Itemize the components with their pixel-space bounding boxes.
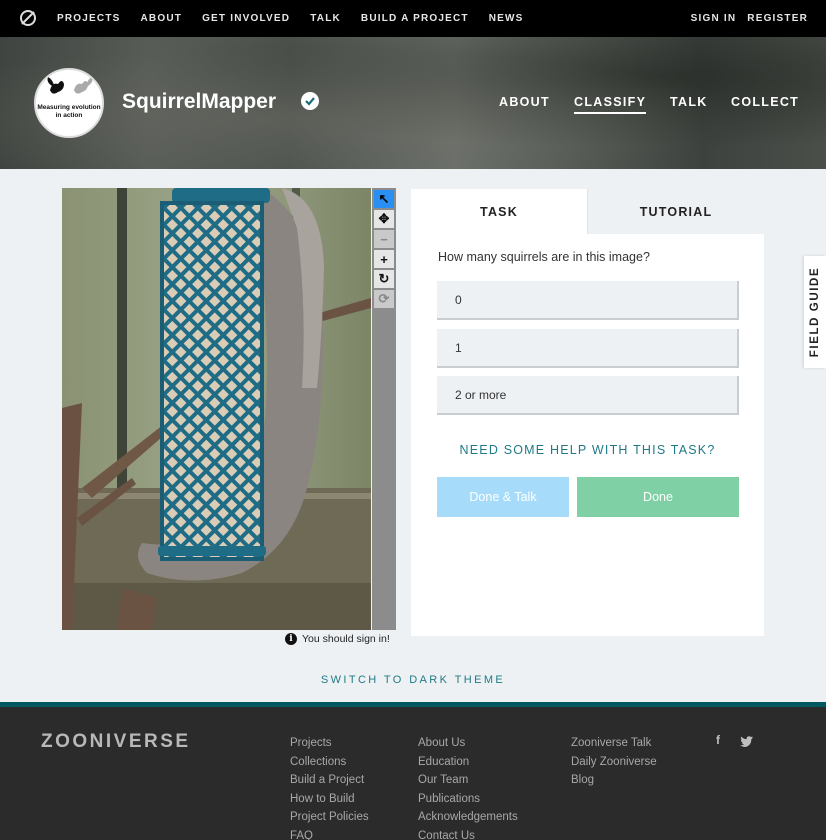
footer-link-how-to-build[interactable]: How to Build (290, 790, 369, 809)
info-icon: i (285, 633, 297, 645)
sign-in-warning-text: You should sign in! (302, 633, 390, 645)
zooniverse-logo-icon[interactable] (19, 9, 37, 27)
subject-image[interactable] (62, 188, 371, 630)
task-question: How many squirrels are in this image? (438, 250, 650, 264)
done-and-talk-button[interactable]: Done & Talk (437, 477, 569, 517)
task-panel: TASK TUTORIAL How many squirrels are in … (411, 189, 764, 636)
squirrel-photo (62, 188, 371, 630)
sign-in-link[interactable]: SIGN IN (691, 13, 737, 24)
sign-in-warning: i You should sign in! (285, 633, 390, 645)
reset-icon[interactable]: ⟳ (374, 290, 394, 308)
help-link[interactable]: NEED SOME HELP WITH THIS TASK? (411, 443, 764, 457)
footer-link-contact-us[interactable]: Contact Us (418, 827, 518, 840)
site-footer: ZOONIVERSE Projects Collections Build a … (0, 707, 826, 840)
footer-link-collections[interactable]: Collections (290, 753, 369, 772)
nav-get-involved[interactable]: GET INVOLVED (202, 13, 290, 24)
move-tool-icon[interactable]: ✥ (374, 210, 394, 228)
tab-task[interactable]: TASK (411, 189, 587, 234)
switch-dark-theme-link[interactable]: SWITCH TO DARK THEME (0, 674, 826, 686)
project-title[interactable]: SquirrelMapper (122, 90, 276, 114)
zooniverse-footer-logo[interactable]: ZOONIVERSE (41, 731, 191, 753)
answer-option-1[interactable]: 1 (437, 329, 739, 368)
facebook-icon[interactable]: f (716, 733, 720, 747)
footer-link-blog[interactable]: Blog (571, 771, 657, 790)
footer-link-about-us[interactable]: About Us (418, 734, 518, 753)
answer-option-0[interactable]: 0 (437, 281, 739, 320)
zoom-in-icon[interactable]: + (374, 250, 394, 268)
project-avatar[interactable]: Measuring evolution in action (34, 68, 104, 138)
footer-column-3: Zooniverse Talk Daily Zooniverse Blog (571, 734, 657, 790)
pointer-tool-icon[interactable]: ↖ (374, 190, 394, 208)
image-toolbar: ↖ ✥ − + ↻ ⟳ (372, 188, 396, 630)
footer-column-1: Projects Collections Build a Project How… (290, 734, 369, 840)
done-button[interactable]: Done (577, 477, 739, 517)
footer-link-daily-zooniverse[interactable]: Daily Zooniverse (571, 753, 657, 772)
project-nav-about[interactable]: ABOUT (499, 95, 550, 109)
footer-column-2: About Us Education Our Team Publications… (418, 734, 518, 840)
nav-projects[interactable]: PROJECTS (57, 13, 121, 24)
footer-link-project-policies[interactable]: Project Policies (290, 808, 369, 827)
zoom-out-icon[interactable]: − (374, 230, 394, 248)
nav-build-a-project[interactable]: BUILD A PROJECT (361, 13, 469, 24)
verified-badge-icon (301, 92, 319, 110)
nav-about[interactable]: ABOUT (141, 13, 183, 24)
nav-talk[interactable]: TALK (310, 13, 341, 24)
footer-link-build-project[interactable]: Build a Project (290, 771, 369, 790)
project-nav-classify[interactable]: CLASSIFY (574, 95, 647, 114)
twitter-icon[interactable] (740, 736, 753, 747)
register-link[interactable]: REGISTER (747, 13, 808, 24)
footer-link-acknowledgements[interactable]: Acknowledgements (418, 808, 518, 827)
nav-news[interactable]: NEWS (489, 13, 524, 24)
answer-option-2-or-more[interactable]: 2 or more (437, 376, 739, 415)
footer-link-zooniverse-talk[interactable]: Zooniverse Talk (571, 734, 657, 753)
project-header: Measuring evolution in action SquirrelMa… (0, 37, 826, 169)
tab-tutorial[interactable]: TUTORIAL (587, 189, 764, 234)
field-guide-tab[interactable]: FIELD GUIDE (804, 256, 826, 368)
auth-links: SIGN IN REGISTER (680, 0, 808, 37)
project-nav-talk[interactable]: TALK (670, 95, 708, 109)
top-nav-links: PROJECTS ABOUT GET INVOLVED TALK BUILD A… (57, 0, 544, 37)
field-guide-label: FIELD GUIDE (809, 266, 821, 358)
footer-link-education[interactable]: Education (418, 753, 518, 772)
footer-link-faq[interactable]: FAQ (290, 827, 369, 840)
project-nav-collect[interactable]: COLLECT (731, 95, 799, 109)
footer-link-projects[interactable]: Projects (290, 734, 369, 753)
footer-link-publications[interactable]: Publications (418, 790, 518, 809)
footer-link-our-team[interactable]: Our Team (418, 771, 518, 790)
rotate-icon[interactable]: ↻ (374, 270, 394, 288)
zooniverse-top-nav: PROJECTS ABOUT GET INVOLVED TALK BUILD A… (0, 0, 826, 37)
avatar-caption: Measuring evolution in action (37, 104, 101, 119)
